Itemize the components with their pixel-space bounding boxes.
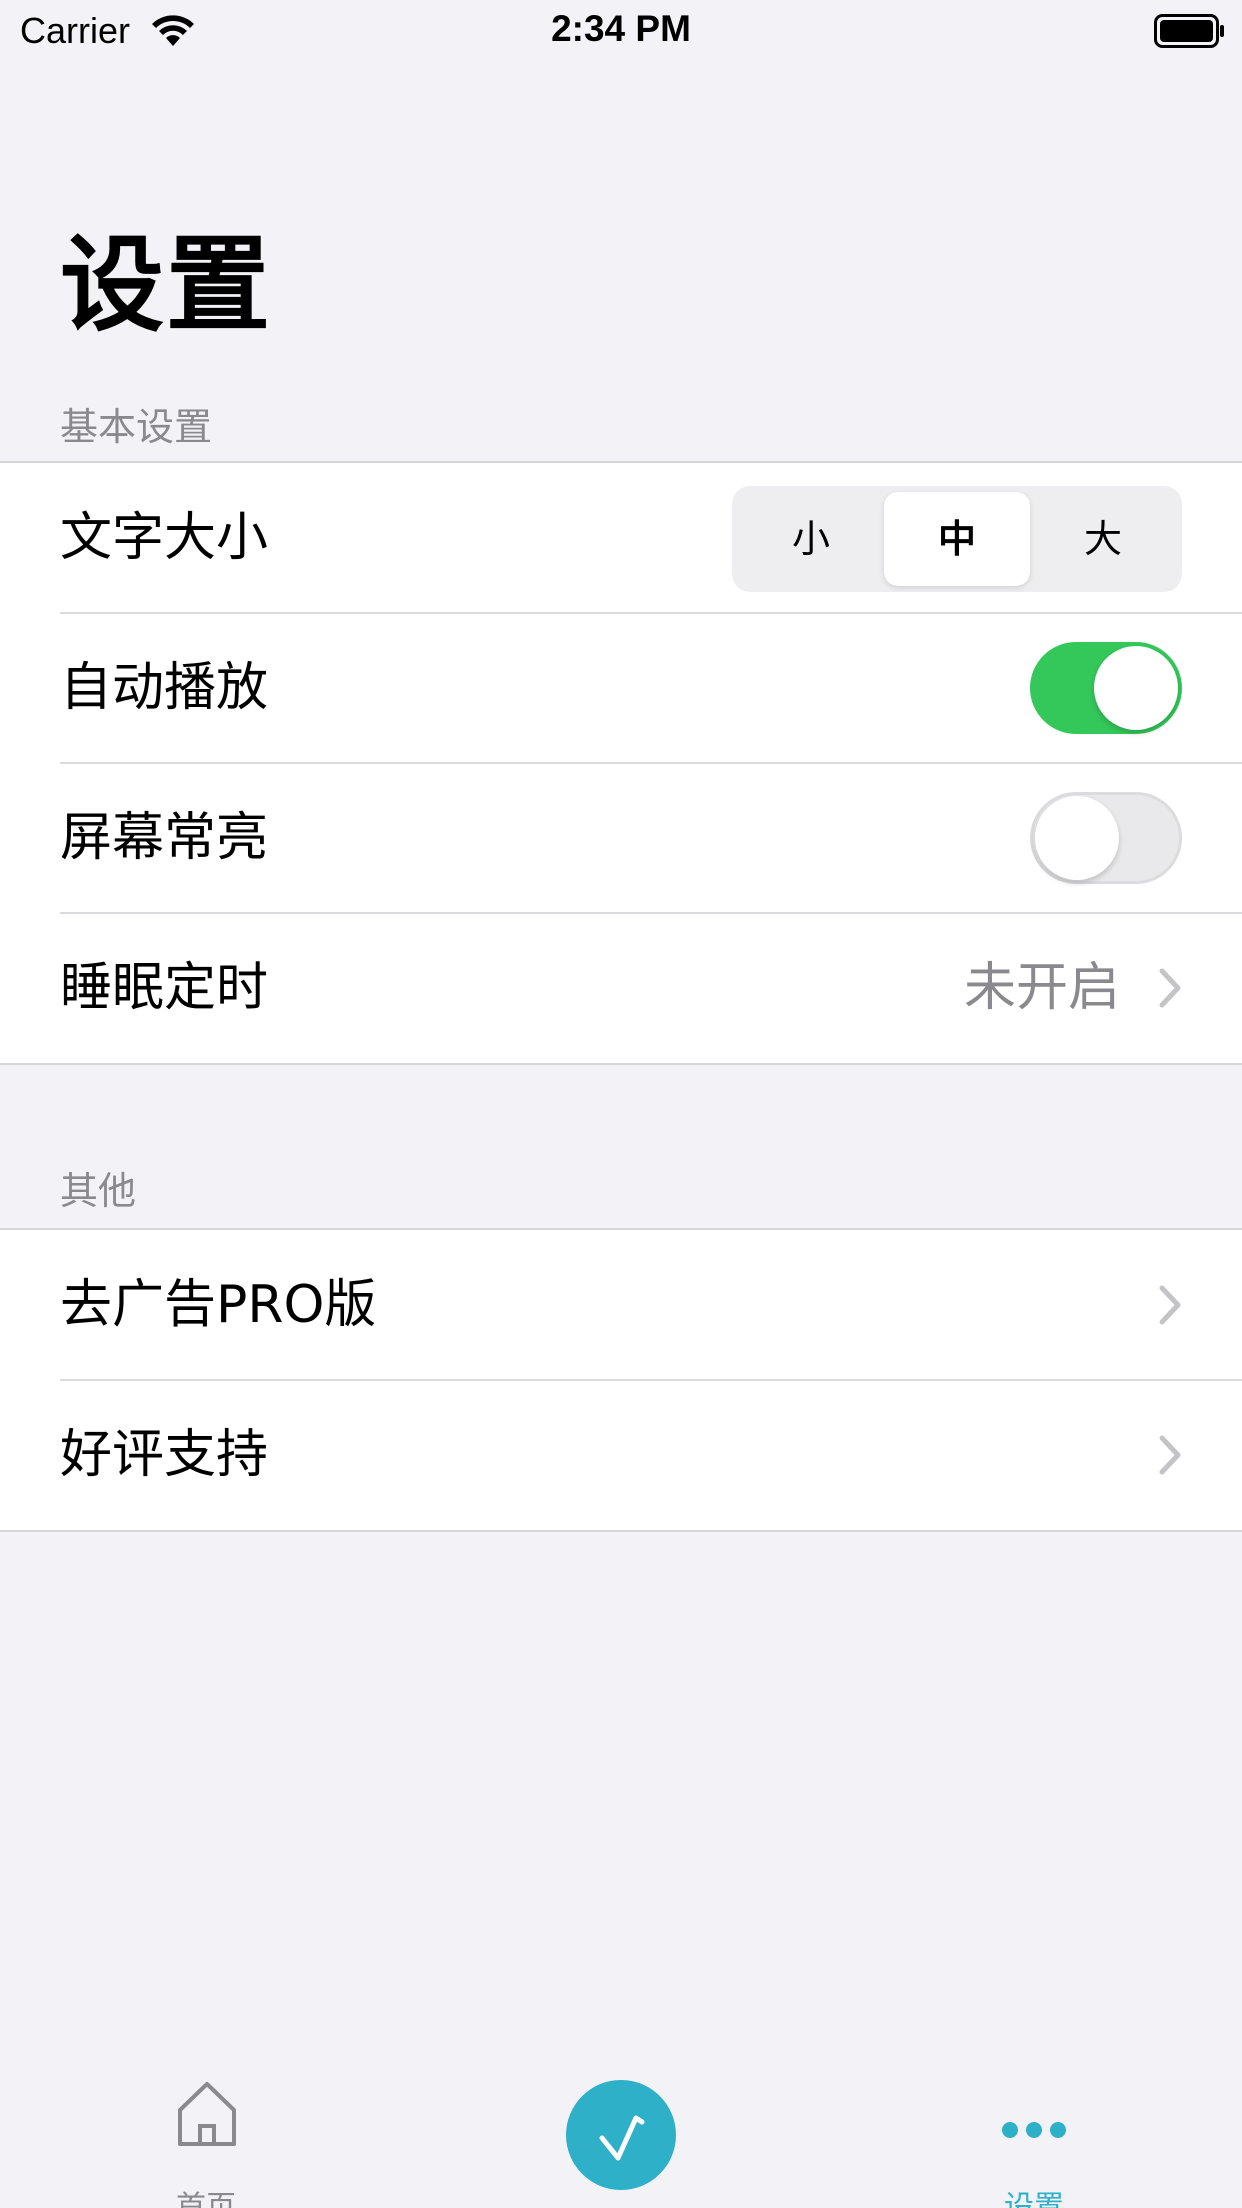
page-title: 设置 <box>60 224 273 346</box>
status-bar: Carrier 2:34 PM <box>0 0 1242 62</box>
section-header-other: 其他 <box>60 1169 137 1213</box>
sleep-timer-label: 睡眠定时 <box>60 958 269 1018</box>
row-text-size: 文字大小 小 中 大 <box>0 463 1242 613</box>
basic-settings-group: 文字大小 小 中 大 自动播放 屏幕常亮 睡眠定时 未开启 <box>0 461 1242 1065</box>
toggle-knob <box>1094 646 1178 730</box>
tab-home-label: 首页 <box>176 2190 236 2208</box>
tab-settings-label: 设置 <box>1004 2190 1064 2208</box>
row-sleep-timer[interactable]: 睡眠定时 未开启 <box>0 912 1242 1063</box>
chevron-right-icon <box>1159 968 1181 1008</box>
row-remove-ads[interactable]: 去广告PRO版 <box>0 1230 1242 1380</box>
screen-awake-toggle[interactable] <box>1030 792 1182 884</box>
autoplay-toggle[interactable] <box>1030 642 1182 734</box>
chevron-right-icon <box>1159 1285 1181 1325</box>
center-play-button[interactable] <box>566 2080 676 2190</box>
section-header-basic: 基本设置 <box>60 405 213 449</box>
screen-awake-label: 屏幕常亮 <box>60 808 269 868</box>
toggle-knob <box>1035 796 1119 880</box>
more-dots-icon <box>1002 2122 1066 2138</box>
remove-ads-label: 去广告PRO版 <box>60 1275 377 1335</box>
settings-screen: Carrier 2:34 PM 设置 基本设置 文字大小 小 中 大 自动播放 <box>0 0 1242 2208</box>
other-settings-group: 去广告PRO版 好评支持 <box>0 1228 1242 1532</box>
clock: 2:34 PM <box>551 8 691 49</box>
music-note-icon <box>599 2115 645 2161</box>
battery-icon <box>1154 14 1224 48</box>
tab-bar: 首页 设置 <box>0 2040 1242 2208</box>
text-size-large[interactable]: 大 <box>1030 492 1176 586</box>
sleep-timer-value: 未开启 <box>963 958 1120 1018</box>
chevron-right-icon <box>1159 1435 1181 1475</box>
row-autoplay: 自动播放 <box>0 612 1242 763</box>
row-screen-awake: 屏幕常亮 <box>0 762 1242 913</box>
row-rate[interactable]: 好评支持 <box>0 1379 1242 1530</box>
text-size-small[interactable]: 小 <box>738 492 884 586</box>
autoplay-label: 自动播放 <box>60 658 269 718</box>
home-icon <box>178 2082 236 2146</box>
text-size-medium[interactable]: 中 <box>884 492 1030 586</box>
text-size-label: 文字大小 <box>60 508 269 568</box>
rate-label: 好评支持 <box>60 1425 269 1485</box>
text-size-segmented-control: 小 中 大 <box>732 486 1182 592</box>
